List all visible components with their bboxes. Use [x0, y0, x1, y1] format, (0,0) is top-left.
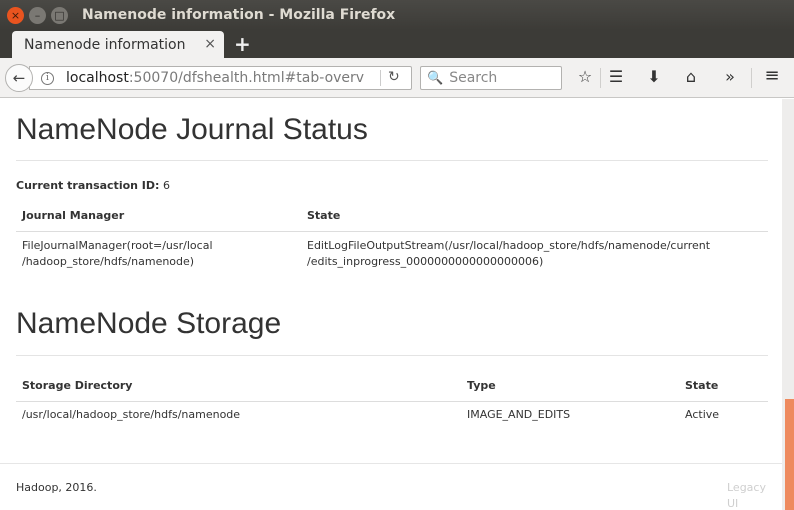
- page-scrollbar[interactable]: [782, 99, 794, 510]
- legacy-ui-line: Legacy: [727, 481, 766, 494]
- url-divider: [380, 70, 381, 86]
- download-icon[interactable]: ⬇: [643, 67, 665, 86]
- reading-list-icon[interactable]: ☰: [605, 67, 627, 86]
- scrollbar-thumb[interactable]: [785, 399, 794, 510]
- new-tab-icon[interactable]: +: [234, 32, 251, 56]
- back-icon[interactable]: ←: [5, 64, 33, 92]
- journal-state-line: /edits_inprogress_0000000000000000006): [307, 255, 544, 268]
- url-path: :50070/dfshealth.html#tab-overv: [128, 70, 365, 86]
- col-storage-directory: Storage Directory: [22, 379, 133, 392]
- page-content: NameNode Journal Status Current transact…: [0, 99, 782, 510]
- col-type: Type: [467, 379, 496, 392]
- journal-manager-line: /hadoop_store/hdfs/namenode): [22, 255, 195, 268]
- storage-directory-cell: /usr/local/hadoop_store/hdfs/namenode: [22, 408, 241, 421]
- journal-state-line: EditLogFileOutputStream(/usr/local/hadoo…: [307, 239, 711, 252]
- storage-state-cell: Active: [685, 408, 720, 421]
- window-minimize-icon[interactable]: –: [29, 6, 46, 24]
- col-state: State: [685, 379, 719, 392]
- journal-manager-line: FileJournalManager(root=/usr/local: [22, 239, 213, 252]
- storage-heading: NameNode Storage: [16, 307, 282, 340]
- journal-state-cell: EditLogFileOutputStream(/usr/local/hadoo…: [307, 238, 710, 270]
- legacy-ui-link[interactable]: Legacy UI: [727, 480, 775, 510]
- table-header-divider: [16, 231, 768, 232]
- navigation-toolbar: i localhost:50070/dfshealth.html#tab-ove…: [0, 58, 794, 98]
- tab-label: Namenode information: [24, 36, 186, 53]
- journal-status-heading: NameNode Journal Status: [16, 113, 368, 146]
- search-input[interactable]: 🔍 Search: [420, 66, 562, 90]
- window-titlebar: × – □ Namenode information - Mozilla Fir…: [0, 0, 794, 30]
- hamburger-menu-icon[interactable]: ≡: [761, 65, 783, 86]
- current-transaction-id: Current transaction ID: 6: [16, 179, 170, 192]
- search-icon: 🔍: [427, 70, 444, 86]
- info-icon[interactable]: i: [41, 71, 54, 85]
- journal-manager-cell: FileJournalManager(root=/usr/local /hado…: [22, 238, 213, 270]
- tab-strip: Namenode information × +: [0, 30, 794, 58]
- search-placeholder: Search: [449, 70, 498, 86]
- toolbar-divider: [600, 68, 601, 88]
- bookmark-star-icon[interactable]: ☆: [574, 67, 596, 86]
- url-text[interactable]: localhost:50070/dfshealth.html#tab-overv: [66, 70, 378, 86]
- heading-divider: [16, 160, 768, 161]
- window-title: Namenode information - Mozilla Firefox: [82, 7, 396, 23]
- col-journal-manager: Journal Manager: [22, 209, 125, 222]
- window-maximize-icon[interactable]: □: [51, 6, 68, 24]
- col-state: State: [307, 209, 341, 222]
- reload-icon[interactable]: ↻: [388, 69, 400, 85]
- footer-divider: [0, 463, 782, 464]
- storage-type-cell: IMAGE_AND_EDITS: [467, 408, 571, 421]
- overflow-icon[interactable]: »: [719, 67, 741, 86]
- url-host: localhost: [66, 70, 129, 86]
- window-close-icon[interactable]: ×: [7, 6, 24, 24]
- txid-label: Current transaction ID:: [16, 179, 160, 192]
- toolbar-divider: [751, 68, 752, 88]
- home-icon[interactable]: ⌂: [680, 67, 702, 86]
- url-bar[interactable]: i localhost:50070/dfshealth.html#tab-ove…: [29, 66, 412, 90]
- tab-close-icon[interactable]: ×: [204, 36, 216, 52]
- table-header-divider: [16, 401, 768, 402]
- legacy-ui-line: UI: [727, 497, 739, 510]
- txid-value: 6: [162, 179, 170, 192]
- footer-copyright: Hadoop, 2016.: [16, 481, 97, 494]
- heading-divider: [16, 355, 768, 356]
- tab-namenode-information[interactable]: Namenode information ×: [12, 31, 224, 58]
